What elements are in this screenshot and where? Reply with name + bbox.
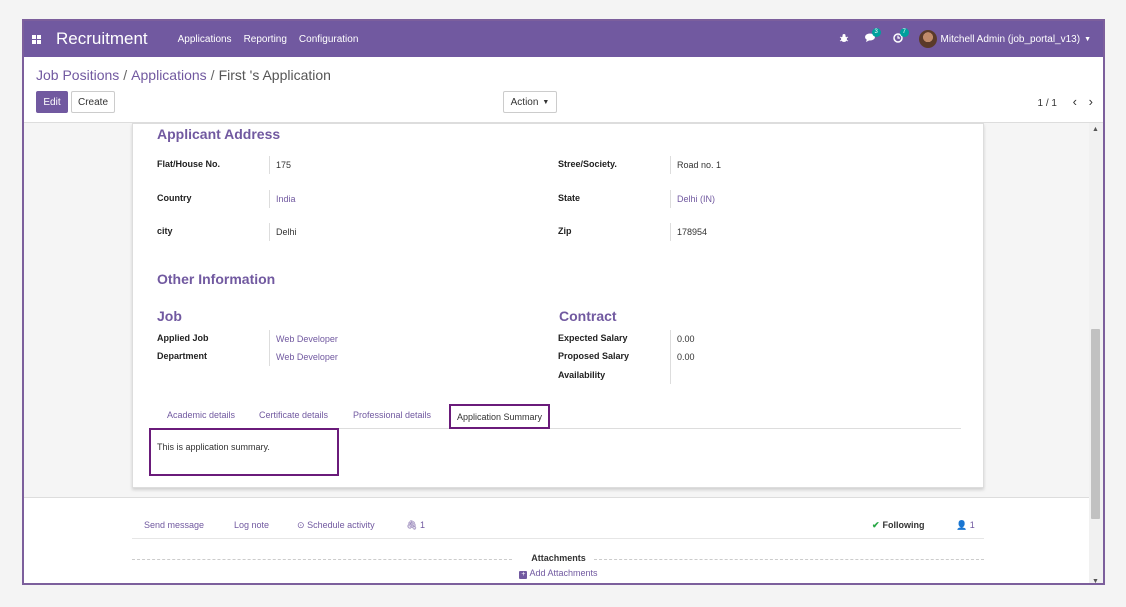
zip-label: Zip [558, 226, 572, 236]
add-attachments-button[interactable]: + Add Attachments [24, 568, 1093, 579]
department-label: Department [157, 351, 208, 361]
user-caret-icon[interactable]: ▼ [1084, 36, 1091, 43]
street-value[interactable]: Road no. 1 [670, 156, 721, 174]
job-title: Job [157, 308, 182, 324]
user-avatar[interactable] [918, 30, 937, 48]
availability-label: Availability [558, 370, 606, 380]
department-value[interactable]: Web Developer [269, 348, 338, 366]
chat-badge: 3 [871, 27, 881, 37]
menu-applications[interactable]: Applications [178, 34, 232, 45]
pager-value: 1 / 1 [1037, 98, 1057, 109]
street-label: Stree/Society. [558, 159, 617, 169]
country-label: Country [157, 193, 192, 203]
breadcrumb-current: First 's Application [218, 67, 331, 83]
form-content: Applicant Address Flat/House No. 175 Str… [24, 123, 1093, 583]
tab-academic-details[interactable]: Academic details [167, 410, 235, 420]
schedule-activity-label: Schedule activity [307, 520, 375, 530]
tab-professional-details[interactable]: Professional details [353, 410, 431, 420]
breadcrumb-job-positions[interactable]: Job Positions [36, 67, 119, 83]
apps-grid-icon[interactable] [32, 34, 41, 44]
followers-button[interactable]: 👤 1 [956, 520, 975, 531]
attachment-count-button[interactable]: 🖇 1 [406, 520, 425, 531]
tab-application-summary[interactable]: Application Summary [449, 404, 551, 429]
city-value[interactable]: Delhi [269, 223, 297, 241]
action-dropdown[interactable]: Action ▼ [503, 91, 557, 113]
scroll-up-arrow-icon[interactable]: ▲ [1092, 126, 1099, 133]
action-caret-icon: ▼ [542, 98, 550, 106]
menu-reporting[interactable]: Reporting [244, 34, 287, 45]
send-message-button[interactable]: Send message [144, 520, 204, 530]
edit-button[interactable]: Edit [36, 91, 68, 113]
expected-salary-label: Expected Salary [558, 333, 628, 343]
chat-icon[interactable]: 3 [864, 27, 881, 46]
vertical-scrollbar[interactable]: ▲ ▼ [1089, 123, 1103, 583]
plus-square-icon: + [519, 571, 528, 579]
control-panel: Job Positions / Applications / First 's Appl… [24, 57, 1103, 123]
expected-salary-value[interactable]: 0.00 [670, 330, 695, 348]
navbar-right: 3 7 Mitchell Admin (job_portal_v13) ▼ [839, 21, 1103, 57]
user-icon: 👤 [956, 520, 968, 530]
country-value[interactable]: India [269, 190, 296, 208]
city-label: city [157, 226, 173, 236]
action-label: Action [510, 96, 539, 108]
zip-value[interactable]: 178954 [670, 223, 707, 241]
scroll-down-arrow-icon[interactable]: ▼ [1092, 578, 1099, 583]
activity-badge: 7 [899, 27, 909, 37]
notebook-tabs: Academic details Certificate details Pro… [157, 404, 961, 429]
tab-certificate-details[interactable]: Certificate details [259, 410, 328, 420]
log-note-button[interactable]: Log note [234, 520, 269, 530]
menu-configuration[interactable]: Configuration [299, 34, 358, 45]
user-menu[interactable]: Mitchell Admin (job_portal_v13) [941, 34, 1081, 45]
applicant-address-title: Applicant Address [157, 126, 281, 142]
debug-bug-icon[interactable] [839, 33, 849, 46]
app-brand: Recruitment [56, 29, 148, 48]
application-summary-content[interactable]: This is application summary. [149, 428, 339, 476]
pager-next-icon[interactable]: › [1089, 94, 1093, 109]
breadcrumb-applications[interactable]: Applications [131, 67, 207, 83]
applied-job-value[interactable]: Web Developer [269, 330, 338, 348]
pager-prev-icon[interactable]: ‹ [1073, 94, 1077, 109]
clock-icon: ⊙ [297, 520, 305, 530]
following-button[interactable]: ✔ Following [872, 520, 925, 531]
availability-value[interactable] [670, 366, 677, 384]
attachments-title: Attachments [531, 553, 586, 563]
following-label: Following [882, 520, 925, 530]
attachment-count: 1 [419, 520, 425, 530]
chatter: Send message Log note ⊙ Schedule activit… [24, 497, 1093, 583]
proposed-salary-label: Proposed Salary [558, 351, 630, 361]
app-window: Recruitment Applications Reporting Confi… [22, 19, 1105, 585]
check-icon: ✔ [872, 520, 880, 530]
followers-count: 1 [969, 520, 975, 530]
paperclip-icon: 🖇 [406, 520, 418, 530]
state-label: State [558, 193, 581, 203]
flat-label: Flat/House No. [157, 159, 221, 169]
add-attachments-label: Add Attachments [529, 568, 598, 578]
scroll-thumb[interactable] [1091, 329, 1100, 519]
proposed-salary-value[interactable]: 0.00 [670, 348, 695, 366]
top-navbar: Recruitment Applications Reporting Confi… [24, 21, 1103, 57]
form-sheet: Applicant Address Flat/House No. 175 Str… [132, 123, 984, 488]
chatter-divider [132, 538, 984, 539]
activity-clock-icon[interactable]: 7 [892, 27, 909, 46]
flat-value[interactable]: 175 [269, 156, 291, 174]
applied-job-label: Applied Job [157, 333, 209, 343]
schedule-activity-button[interactable]: ⊙ Schedule activity [297, 520, 375, 531]
create-button[interactable]: Create [71, 91, 115, 113]
state-value[interactable]: Delhi (IN) [670, 190, 715, 208]
contract-title: Contract [559, 308, 617, 324]
breadcrumb: Job Positions / Applications / First 's Appl… [36, 67, 331, 83]
other-info-title: Other Information [157, 271, 276, 287]
